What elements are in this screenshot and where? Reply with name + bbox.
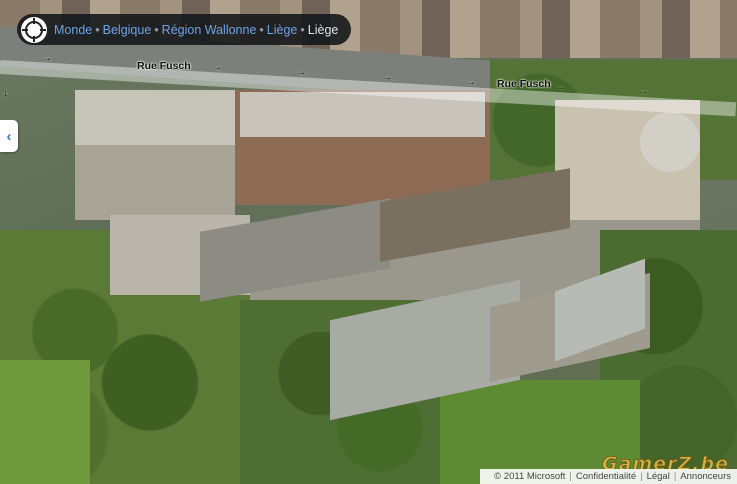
breadcrumb-current: Liège bbox=[307, 22, 339, 37]
building-roof bbox=[75, 90, 235, 145]
aerial-map-view[interactable]: → → → → → → → ↓ Rue Fusch Rue Fusch Mond… bbox=[0, 0, 737, 484]
breadcrumb-separator: • bbox=[259, 22, 264, 37]
breadcrumb-separator: • bbox=[154, 22, 159, 37]
arrow-right-icon: → bbox=[42, 53, 52, 64]
side-panel-toggle[interactable]: ‹ bbox=[0, 120, 18, 152]
compass-icon[interactable] bbox=[20, 16, 48, 44]
arrow-right-icon: → bbox=[638, 86, 648, 97]
map-footer: © 2011 Microsoft | Confidentialité | Lég… bbox=[480, 469, 737, 484]
arrow-right-icon: → bbox=[212, 62, 222, 73]
arrow-down-icon: ↓ bbox=[3, 88, 8, 99]
breadcrumb-separator: • bbox=[95, 22, 100, 37]
location-breadcrumb: Monde • Belgique • Région Wallonne • Liè… bbox=[17, 14, 351, 45]
breadcrumb-monde[interactable]: Monde bbox=[54, 23, 92, 37]
arrow-right-icon: → bbox=[466, 77, 476, 88]
arrow-right-icon: → bbox=[556, 82, 566, 93]
breadcrumb-liege[interactable]: Liège bbox=[267, 23, 298, 37]
footer-separator: | bbox=[640, 471, 643, 482]
footer-separator: | bbox=[569, 471, 572, 482]
breadcrumb-separator: • bbox=[300, 22, 305, 37]
street-label: Rue Fusch bbox=[497, 78, 551, 90]
footer-link-legal[interactable]: Légal bbox=[647, 471, 670, 482]
footer-link-privacy[interactable]: Confidentialité bbox=[576, 471, 636, 482]
arrow-right-icon: → bbox=[382, 72, 392, 83]
street-label: Rue Fusch bbox=[137, 60, 191, 72]
rotunda-roof bbox=[640, 112, 700, 172]
footer-link-advertisers[interactable]: Annonceurs bbox=[680, 471, 731, 482]
arrow-right-icon: → bbox=[296, 67, 306, 78]
lawn-terrain bbox=[0, 360, 90, 484]
copyright-text: © 2011 Microsoft bbox=[494, 471, 566, 482]
footer-separator: | bbox=[673, 471, 677, 482]
chevron-left-icon: ‹ bbox=[6, 127, 12, 145]
breadcrumb-region-wallonne[interactable]: Région Wallonne bbox=[162, 23, 257, 37]
breadcrumb-belgique[interactable]: Belgique bbox=[103, 23, 152, 37]
